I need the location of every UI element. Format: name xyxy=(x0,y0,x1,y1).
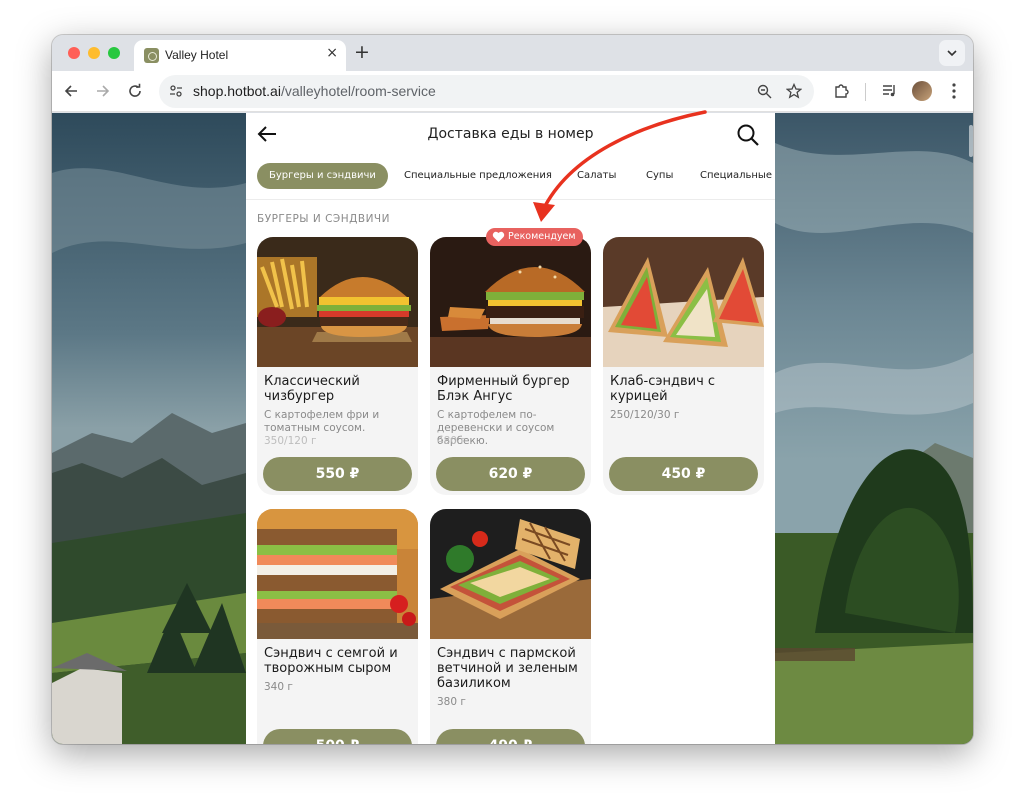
url-text[interactable]: shop.hotbot.ai/valleyhotel/room-service xyxy=(193,83,436,99)
search-icon[interactable] xyxy=(736,123,760,147)
address-bar[interactable]: shop.hotbot.ai/valleyhotel/room-service xyxy=(159,75,814,108)
add-to-cart-button[interactable]: 620 ₽ xyxy=(436,457,585,491)
tabs-divider xyxy=(246,199,775,200)
forward-icon[interactable] xyxy=(92,80,114,102)
app-header: Доставка еды в номер xyxy=(246,113,775,157)
extensions-icon[interactable] xyxy=(830,80,852,102)
tab-bar: Valley Hotel × + xyxy=(52,35,973,71)
menu-item-card[interactable]: Клаб-сэндвич с курицей 250/120/30 г 450 … xyxy=(603,237,764,495)
tab-soups[interactable]: Супы xyxy=(646,163,673,189)
item-weight: 340 г xyxy=(264,681,293,693)
new-tab-button[interactable]: + xyxy=(354,41,370,63)
room-service-app: Доставка еды в номер Бургеры и сэндвичи … xyxy=(246,113,775,744)
media-icon[interactable] xyxy=(878,80,900,102)
item-weight: 380 г xyxy=(437,696,466,708)
add-to-cart-button[interactable]: 500 ₽ xyxy=(263,729,412,744)
zoom-icon[interactable] xyxy=(754,81,774,101)
item-name: Клаб-сэндвич с курицей xyxy=(610,374,716,404)
item-weight: 250/120/30 г xyxy=(610,409,680,421)
menu-item-card[interactable]: Фирменный бургер Блэк Ангус С картофелем… xyxy=(430,237,591,495)
url-path: /valleyhotel/room-service xyxy=(280,83,436,99)
tab-burgers-sandwiches[interactable]: Бургеры и сэндвичи xyxy=(257,163,388,189)
page-title: Доставка еды в номер xyxy=(427,126,594,142)
section-title: БУРГЕРЫ И СЭНДВИЧИ xyxy=(257,213,390,225)
menu-icon[interactable] xyxy=(943,80,965,102)
reload-icon[interactable] xyxy=(124,80,146,102)
menu-item-card[interactable]: Сэндвич с пармской ветчиной и зеленым ба… xyxy=(430,509,591,744)
hotel-favicon-icon xyxy=(144,48,159,63)
menu-item-card[interactable]: Классический чизбургер С картофелем фри … xyxy=(257,237,418,495)
tab-title: Valley Hotel xyxy=(165,48,229,62)
recommended-label: Рекомендуем xyxy=(508,231,576,242)
maximize-window-button[interactable] xyxy=(108,47,120,59)
browser-tab[interactable]: Valley Hotel × xyxy=(134,40,346,71)
item-description: С картофелем фри и томатным соусом. xyxy=(264,409,380,434)
minimize-window-button[interactable] xyxy=(88,47,100,59)
recommended-badge: Рекомендуем xyxy=(486,228,583,246)
tab-specials-cut[interactable]: Специальные xyxy=(700,163,772,189)
url-host: shop.hotbot.ai xyxy=(193,83,281,99)
page-viewport: Доставка еды в номер Бургеры и сэндвичи … xyxy=(52,113,973,744)
cheeseburger-image xyxy=(257,237,418,367)
tab-salads[interactable]: Салаты xyxy=(577,163,616,189)
item-name: Сэндвич с семгой и творожным сыром xyxy=(264,646,398,676)
item-weight: 350/120 г xyxy=(264,435,317,447)
item-name: Классический чизбургер xyxy=(264,374,360,404)
add-to-cart-button[interactable]: 490 ₽ xyxy=(436,729,585,744)
tab-special-offers[interactable]: Специальные предложения xyxy=(404,163,552,189)
item-name: Сэндвич с пармской ветчиной и зеленым ба… xyxy=(437,646,578,691)
browser-toolbar: shop.hotbot.ai/valleyhotel/room-service xyxy=(52,71,973,112)
add-to-cart-button[interactable]: 550 ₽ xyxy=(263,457,412,491)
add-to-cart-button[interactable]: 450 ₽ xyxy=(609,457,758,491)
browser-window: Valley Hotel × + shop.hotbot.ai/valleyho… xyxy=(52,35,973,744)
site-settings-icon[interactable] xyxy=(169,84,183,98)
mountain-background-left xyxy=(52,113,246,744)
back-icon[interactable] xyxy=(60,80,82,102)
scrollbar-thumb[interactable] xyxy=(969,125,973,157)
close-window-button[interactable] xyxy=(68,47,80,59)
item-weight: 480 г xyxy=(437,435,466,447)
toolbar-divider xyxy=(865,83,866,101)
tab-close-icon[interactable]: × xyxy=(326,45,338,61)
category-tabs: Бургеры и сэндвичи Специальные предложен… xyxy=(246,163,775,191)
club-sandwich-image xyxy=(603,237,764,367)
item-name: Фирменный бургер Блэк Ангус xyxy=(437,374,570,404)
heart-icon xyxy=(492,231,505,242)
tab-search-chevron-icon[interactable] xyxy=(939,40,965,66)
mountain-background-right xyxy=(775,113,973,744)
black-angus-burger-image xyxy=(430,237,591,367)
menu-item-card[interactable]: Сэндвич с семгой и творожным сыром 340 г… xyxy=(257,509,418,744)
salmon-sandwich-image xyxy=(257,509,418,639)
prosciutto-sandwich-image xyxy=(430,509,591,639)
bookmark-star-icon[interactable] xyxy=(784,81,804,101)
profile-avatar[interactable] xyxy=(912,81,932,101)
